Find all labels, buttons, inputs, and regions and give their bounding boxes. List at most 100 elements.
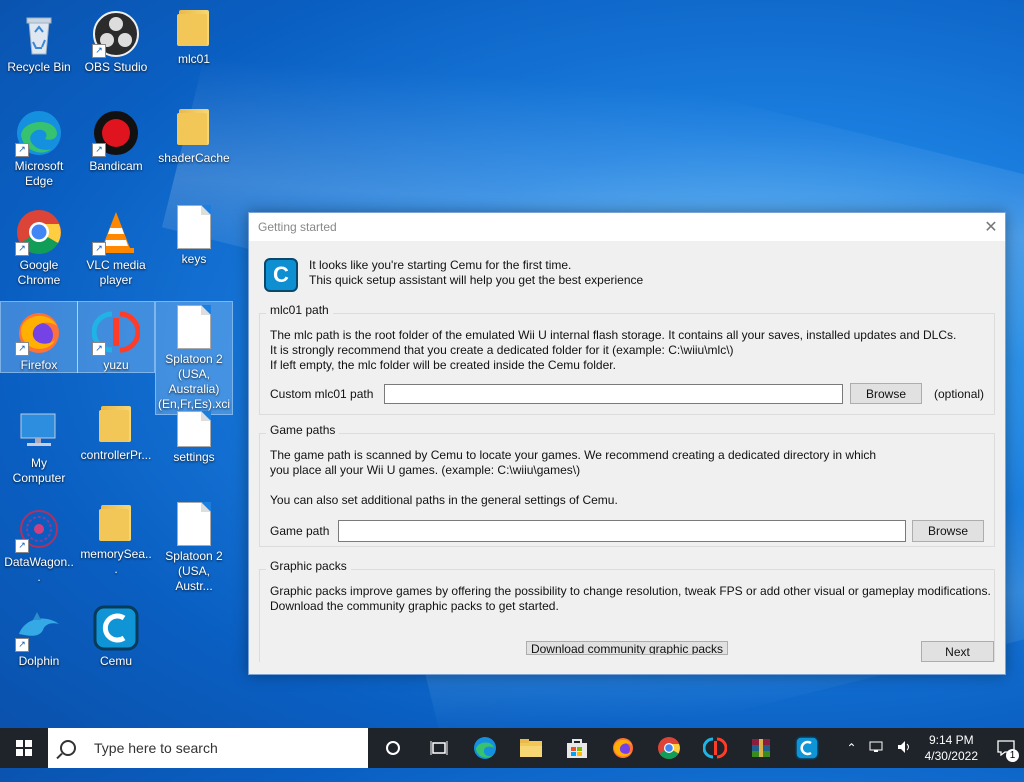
desc-line: Graphic packs improve games by offering … (270, 584, 991, 598)
getting-started-dialog: Getting started ✕ C It looks like you're… (248, 212, 1006, 675)
desktop-icon-label: Cemu (99, 654, 132, 668)
desktop-icon-label: Recycle Bin (7, 60, 71, 74)
game-path-row: Game path Browse (270, 520, 984, 542)
game-paths-group: Game paths The game path is scanned by C… (259, 423, 995, 547)
cemu-icon (92, 604, 140, 652)
desktop-icon-datawagon[interactable]: ↗ DataWagon... (1, 499, 77, 585)
group-title: Game paths (266, 423, 340, 437)
desktop-icon-label: DataWagon... (4, 555, 74, 584)
cemu-logo-icon: C (264, 258, 298, 292)
intro-section: C It looks like you're starting Cemu for… (264, 258, 643, 292)
desc-line: you place all your Wii U games. (example… (270, 463, 581, 477)
cortana-icon (386, 741, 400, 755)
chevron-up-icon[interactable]: ⌃ (847, 741, 857, 755)
desktop-icon-mlc01[interactable]: mlc01 (156, 4, 232, 67)
desktop-icon-obs[interactable]: ↗ OBS Studio (78, 4, 154, 75)
taskbar-store[interactable] (554, 728, 600, 768)
desktop-icon-label: Microsoft Edge (14, 159, 64, 188)
group-title: Graphic packs (266, 559, 351, 573)
desc-line: You can also set additional paths in the… (270, 493, 618, 507)
shortcut-arrow-icon: ↗ (92, 342, 106, 356)
desktop-icon-bandicam[interactable]: ↗ Bandicam (78, 103, 154, 174)
taskbar-file-explorer[interactable] (508, 728, 554, 768)
network-icon[interactable] (869, 740, 885, 757)
graphic-packs-group: Graphic packs Graphic packs improve game… (259, 559, 995, 662)
download-graphic-packs-button[interactable]: Download community graphic packs (526, 641, 728, 655)
desktop-icon-vlc[interactable]: ↗ VLC media player (78, 202, 154, 288)
desktop-icon-yuzu[interactable]: ↗ yuzu (77, 301, 155, 373)
mlc01-path-input[interactable] (384, 383, 843, 404)
system-tray: ⌃ 9:14 PM 4/30/2022 1 (841, 728, 1024, 768)
desktop-icon-chrome[interactable]: ↗ Google Chrome (1, 202, 77, 288)
desktop-icon-keys[interactable]: keys (156, 202, 232, 267)
datawagon-icon: ↗ (15, 505, 63, 553)
desktop-icon-label: mlc01 (177, 52, 210, 66)
mlc01-browse-button[interactable]: Browse (850, 383, 922, 404)
desktop-icon-memorysea[interactable]: memorySea... (78, 499, 154, 577)
folder-icon (177, 10, 209, 46)
folder-icon (177, 109, 209, 145)
desktop-icon-shadercache[interactable]: shaderCache (156, 103, 232, 166)
desktop-icon-firefox[interactable]: ↗ Firefox (0, 301, 78, 373)
taskbar-search-box[interactable]: Type here to search (48, 728, 368, 768)
desktop-icon-label: Dolphin (18, 654, 60, 668)
desktop-icon-label: VLC media player (86, 258, 146, 287)
desc-line: Download the community graphic packs to … (270, 599, 559, 613)
desktop-icon-label: Firefox (20, 358, 58, 372)
desktop-icon-label: yuzu (103, 358, 129, 372)
shortcut-arrow-icon: ↗ (92, 44, 106, 58)
desktop-icon-edge[interactable]: ↗ Microsoft Edge (1, 103, 77, 189)
task-view-button[interactable] (416, 728, 462, 768)
notification-center-button[interactable]: 1 (988, 728, 1024, 768)
desktop-icon-label: My Computer (12, 456, 66, 485)
taskbar-chrome[interactable] (646, 728, 692, 768)
desktop-icon-splatoon-2[interactable]: Splatoon 2 (USA, Austr... (156, 499, 232, 594)
desktop-icon-splatoon-xci[interactable]: Splatoon 2 (USA, Australia) (En,Fr,Es).x… (155, 301, 233, 415)
taskbar-edge[interactable] (462, 728, 508, 768)
cortana-button[interactable] (370, 728, 416, 768)
desktop-icon-label: shaderCache (158, 151, 230, 165)
desktop-icon-controllerpr[interactable]: controllerPr... (78, 400, 154, 463)
folder-icon (99, 406, 131, 442)
yuzu-icon (703, 737, 727, 759)
volume-icon[interactable] (897, 740, 913, 757)
desc-line: The game path is scanned by Cemu to loca… (270, 448, 877, 462)
taskbar: Type here to search ⌃ 9:14 PM 4/30/2022 … (0, 728, 1024, 768)
start-button[interactable] (0, 728, 48, 768)
desktop-icon-settings[interactable]: settings (156, 408, 232, 465)
windows-logo-icon (16, 740, 32, 756)
next-button[interactable]: Next (921, 641, 994, 662)
taskbar-winrar[interactable] (738, 728, 784, 768)
search-placeholder: Type here to search (94, 740, 218, 756)
desktop-icon-dolphin[interactable]: ↗ Dolphin (1, 598, 77, 669)
game-path-input[interactable] (338, 520, 906, 542)
shortcut-arrow-icon: ↗ (15, 539, 29, 553)
desktop-icon-label: keys (181, 252, 207, 266)
mlc01-path-row: Custom mlc01 path Browse (optional) (270, 383, 984, 404)
taskbar-firefox[interactable] (600, 728, 646, 768)
firefox-icon: ↗ (15, 308, 63, 356)
desktop-icon-my-computer[interactable]: My Computer (1, 400, 77, 486)
optional-label: (optional) (934, 386, 985, 401)
recycle-bin-icon (15, 10, 63, 58)
desktop-icon-cemu[interactable]: Cemu (78, 598, 154, 669)
yuzu-icon: ↗ (91, 308, 141, 356)
desc-line: If left empty, the mlc folder will be cr… (270, 358, 616, 372)
desktop-icon-recycle-bin[interactable]: Recycle Bin (1, 4, 77, 75)
clock[interactable]: 9:14 PM 4/30/2022 (925, 732, 978, 764)
dialog-title: Getting started (258, 220, 337, 234)
settings-file-icon (177, 411, 211, 447)
taskbar-yuzu[interactable] (692, 728, 738, 768)
title-bar[interactable]: Getting started ✕ (249, 213, 1005, 241)
shortcut-arrow-icon: ↗ (15, 242, 29, 256)
desktop-icon-label: Splatoon 2 (USA, Australia) (En,Fr,Es).x… (158, 352, 231, 411)
game-path-browse-button[interactable]: Browse (912, 520, 984, 542)
winrar-icon (752, 739, 770, 757)
taskbar-cemu[interactable] (784, 728, 830, 768)
dolphin-icon: ↗ (15, 604, 63, 652)
task-view-icon (430, 741, 448, 755)
desc-line: The mlc path is the root folder of the e… (270, 328, 957, 342)
close-button[interactable]: ✕ (977, 213, 1005, 241)
desktop-icon-label: Splatoon 2 (USA, Austr... (165, 549, 223, 593)
bandicam-icon: ↗ (92, 109, 140, 157)
